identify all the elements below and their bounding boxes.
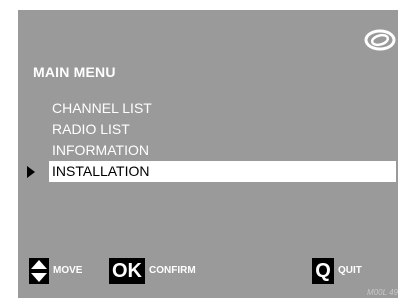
move-label: MOVE: [53, 265, 83, 276]
brand-logo-icon: [364, 29, 396, 51]
menu-title: MAIN MENU: [33, 64, 116, 80]
tv-screen: MAIN MENU CHANNEL LIST RADIO LIST INFORM…: [18, 10, 398, 298]
menu-item-label: CHANNEL LIST: [52, 100, 152, 116]
menu-item-radio-list[interactable]: RADIO LIST: [52, 119, 396, 140]
menu-item-label: INFORMATION: [52, 142, 149, 158]
menu-item-channel-list[interactable]: CHANNEL LIST: [52, 98, 396, 119]
reference-code: M00L 49: [367, 288, 398, 297]
menu-item-label: INSTALLATION: [52, 163, 150, 179]
menu-item-information[interactable]: INFORMATION: [52, 140, 396, 161]
menu-item-installation[interactable]: INSTALLATION: [27, 161, 396, 182]
menu-item-label: RADIO LIST: [52, 121, 130, 137]
main-menu-list: CHANNEL LIST RADIO LIST INFORMATION INST…: [27, 98, 396, 182]
quit-label: QUIT: [338, 265, 362, 276]
button-legend: MOVE OK CONFIRM Q QUIT: [18, 258, 398, 284]
ok-button-icon: OK: [109, 258, 145, 284]
selection-pointer-icon: [27, 166, 35, 178]
up-down-arrows-icon: [29, 258, 49, 284]
confirm-label: CONFIRM: [149, 265, 196, 276]
quit-button-icon: Q: [312, 258, 334, 284]
